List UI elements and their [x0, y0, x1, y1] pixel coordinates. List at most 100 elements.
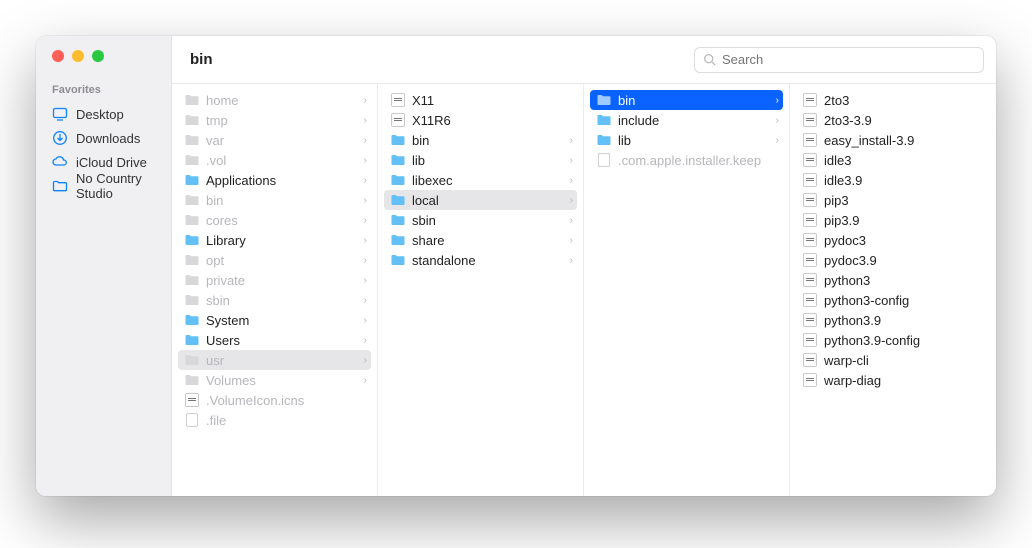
- item-label: idle3: [824, 153, 986, 168]
- sidebar-item-label: iCloud Drive: [76, 155, 147, 170]
- item-label: .file: [206, 413, 367, 428]
- list-item[interactable]: pydoc3.9: [790, 250, 996, 270]
- list-item[interactable]: python3.9: [790, 310, 996, 330]
- executable-icon: [391, 93, 405, 107]
- cloud-icon: [52, 154, 68, 170]
- list-item[interactable]: bin›: [590, 90, 783, 110]
- sidebar-item-downloads[interactable]: Downloads: [36, 126, 171, 150]
- minimize-window-button[interactable]: [72, 50, 84, 62]
- chevron-right-icon: ›: [563, 235, 573, 246]
- chevron-right-icon: ›: [357, 275, 367, 286]
- chevron-right-icon: ›: [563, 195, 573, 206]
- item-label: X11R6: [412, 113, 573, 128]
- list-item[interactable]: easy_install-3.9: [790, 130, 996, 150]
- item-label: warp-diag: [824, 373, 986, 388]
- list-item[interactable]: cores›: [172, 210, 377, 230]
- folder-icon: [390, 232, 406, 248]
- list-item[interactable]: Applications›: [172, 170, 377, 190]
- list-item[interactable]: .file: [172, 410, 377, 430]
- item-label: libexec: [412, 173, 557, 188]
- zoom-window-button[interactable]: [92, 50, 104, 62]
- file-icon: [596, 152, 612, 168]
- list-item[interactable]: warp-diag: [790, 370, 996, 390]
- chevron-right-icon: ›: [357, 335, 367, 346]
- item-label: Volumes: [206, 373, 351, 388]
- list-item[interactable]: private›: [172, 270, 377, 290]
- list-item[interactable]: 2to3: [790, 90, 996, 110]
- chevron-right-icon: ›: [563, 215, 573, 226]
- list-item[interactable]: home›: [172, 90, 377, 110]
- column-0[interactable]: home›tmp›var›.vol›Applications›bin›cores…: [172, 84, 378, 496]
- folder-icon: [184, 292, 200, 308]
- download-icon: [52, 130, 68, 146]
- list-item[interactable]: sbin›: [378, 210, 583, 230]
- executable-icon: [185, 393, 199, 407]
- list-item[interactable]: tmp›: [172, 110, 377, 130]
- list-item[interactable]: .vol›: [172, 150, 377, 170]
- list-item[interactable]: python3.9-config: [790, 330, 996, 350]
- executable-icon: [803, 173, 817, 187]
- list-item[interactable]: X11R6: [378, 110, 583, 130]
- list-item[interactable]: local›: [384, 190, 577, 210]
- executable-icon: [803, 193, 817, 207]
- list-item[interactable]: pip3.9: [790, 210, 996, 230]
- list-item[interactable]: usr›: [178, 350, 371, 370]
- executable-icon: [803, 93, 817, 107]
- close-window-button[interactable]: [52, 50, 64, 62]
- exec-icon: [802, 132, 818, 148]
- folder-icon: [390, 132, 406, 148]
- list-item[interactable]: Library›: [172, 230, 377, 250]
- exec-icon: [802, 372, 818, 388]
- list-item[interactable]: Users›: [172, 330, 377, 350]
- item-label: System: [206, 313, 351, 328]
- list-item[interactable]: .com.apple.installer.keep: [584, 150, 789, 170]
- list-item[interactable]: idle3.9: [790, 170, 996, 190]
- list-item[interactable]: lib›: [584, 130, 789, 150]
- list-item[interactable]: sbin›: [172, 290, 377, 310]
- column-2[interactable]: bin› include › lib›.com.apple.installer.kee…: [584, 84, 790, 496]
- executable-icon: [391, 113, 405, 127]
- folder-icon: [390, 212, 406, 228]
- sidebar-item-no-country-studio[interactable]: No Country Studio: [36, 174, 171, 198]
- list-item[interactable]: pydoc3: [790, 230, 996, 250]
- exec-icon: [802, 272, 818, 288]
- list-item[interactable]: var›: [172, 130, 377, 150]
- list-item[interactable]: pip3: [790, 190, 996, 210]
- list-item[interactable]: share›: [378, 230, 583, 250]
- folder-icon: [184, 92, 200, 108]
- list-item[interactable]: .VolumeIcon.icns: [172, 390, 377, 410]
- list-item[interactable]: python3-config: [790, 290, 996, 310]
- executable-icon: [803, 273, 817, 287]
- exec-icon: [184, 392, 200, 408]
- chevron-right-icon: ›: [563, 135, 573, 146]
- chevron-right-icon: ›: [563, 175, 573, 186]
- exec-icon: [802, 332, 818, 348]
- list-item[interactable]: bin›: [378, 130, 583, 150]
- search-field[interactable]: [694, 47, 984, 73]
- list-item[interactable]: X11: [378, 90, 583, 110]
- exec-icon: [802, 212, 818, 228]
- search-input[interactable]: [722, 52, 975, 67]
- exec-icon: [390, 92, 406, 108]
- list-item[interactable]: Volumes›: [172, 370, 377, 390]
- item-label: include: [618, 113, 763, 128]
- list-item[interactable]: python3: [790, 270, 996, 290]
- list-item[interactable]: opt›: [172, 250, 377, 270]
- list-item[interactable]: warp-cli: [790, 350, 996, 370]
- list-item[interactable]: System›: [172, 310, 377, 330]
- chevron-right-icon: ›: [769, 115, 779, 126]
- folder-icon: [596, 132, 612, 148]
- list-item[interactable]: 2to3-3.9: [790, 110, 996, 130]
- item-label: .vol: [206, 153, 351, 168]
- folder-icon: [184, 312, 200, 328]
- folder-icon: [184, 252, 200, 268]
- column-3[interactable]: 2to32to3-3.9easy_install-3.9 idle3 idle3.9…: [790, 84, 996, 496]
- column-1[interactable]: X11X11R6bin›lib›libexec›local›sbin›share…: [378, 84, 584, 496]
- sidebar-item-desktop[interactable]: Desktop: [36, 102, 171, 126]
- list-item[interactable]: standalone›: [378, 250, 583, 270]
- list-item[interactable]: lib›: [378, 150, 583, 170]
- list-item[interactable]: include ›: [584, 110, 789, 130]
- list-item[interactable]: idle3: [790, 150, 996, 170]
- list-item[interactable]: bin›: [172, 190, 377, 210]
- list-item[interactable]: libexec ›: [378, 170, 583, 190]
